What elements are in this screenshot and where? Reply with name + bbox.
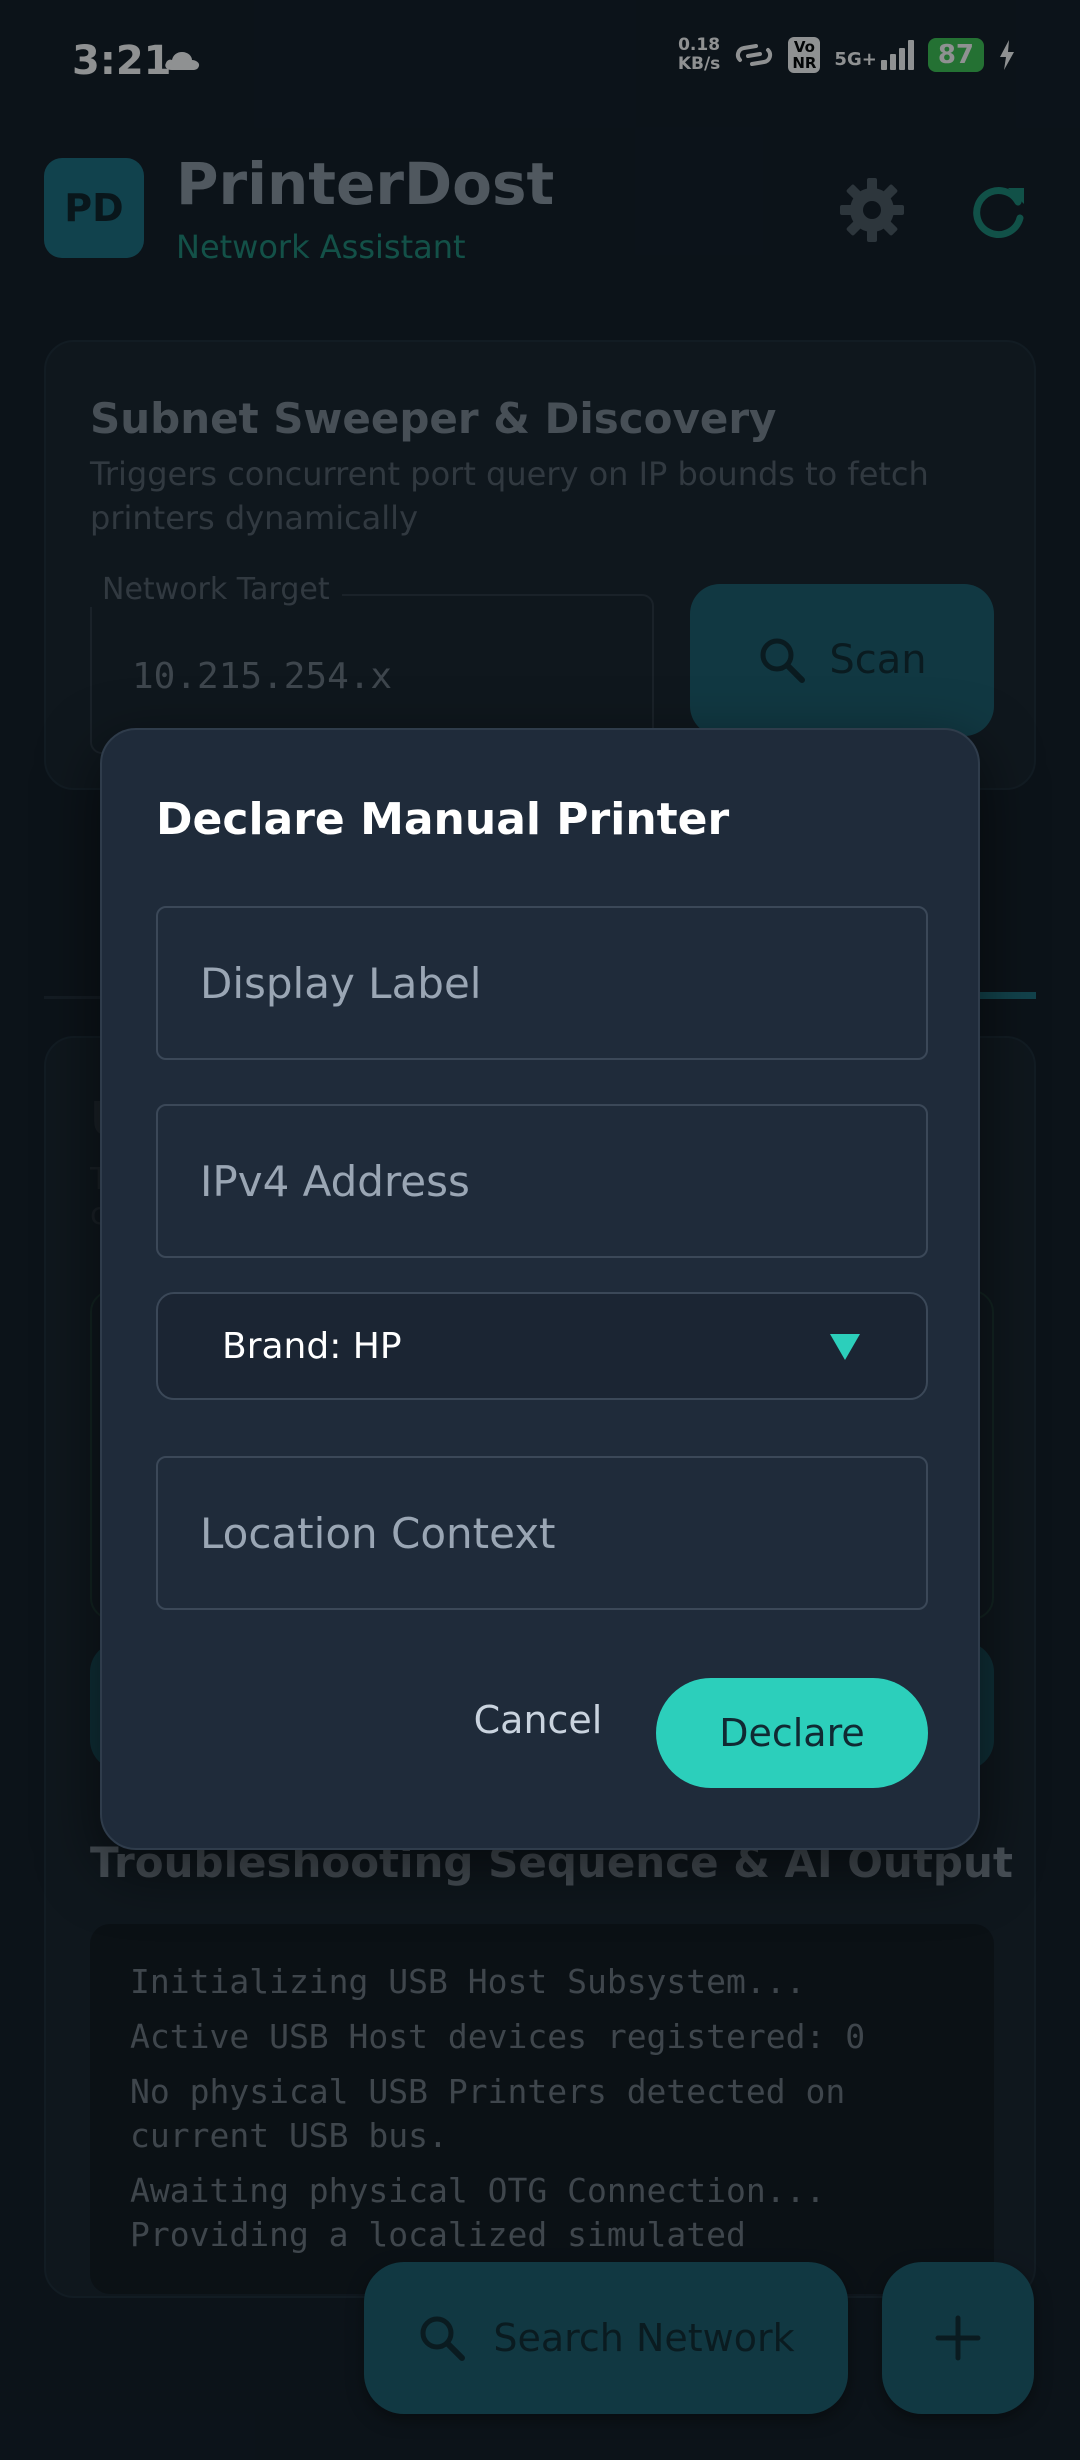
brand-select-value: Brand: HP [222, 1326, 402, 1367]
ipv4-address-field [156, 1104, 928, 1258]
location-context-input[interactable] [158, 1458, 926, 1608]
display-label-field [156, 906, 928, 1060]
location-context-field [156, 1456, 928, 1610]
app-screen: 3:21 0.18 KB/s Vo NR 5G+ 87 PD PrinterDo… [0, 0, 1080, 2460]
dropdown-triangle-icon [830, 1334, 860, 1360]
declare-printer-dialog: Declare Manual Printer Brand: HP Cancel … [100, 728, 980, 1850]
dialog-title: Declare Manual Printer [156, 794, 730, 845]
declare-button[interactable]: Declare [656, 1678, 928, 1788]
display-label-input[interactable] [158, 908, 926, 1058]
ipv4-address-input[interactable] [158, 1106, 926, 1256]
brand-select[interactable]: Brand: HP [156, 1292, 928, 1400]
cancel-button[interactable]: Cancel [458, 1680, 618, 1760]
